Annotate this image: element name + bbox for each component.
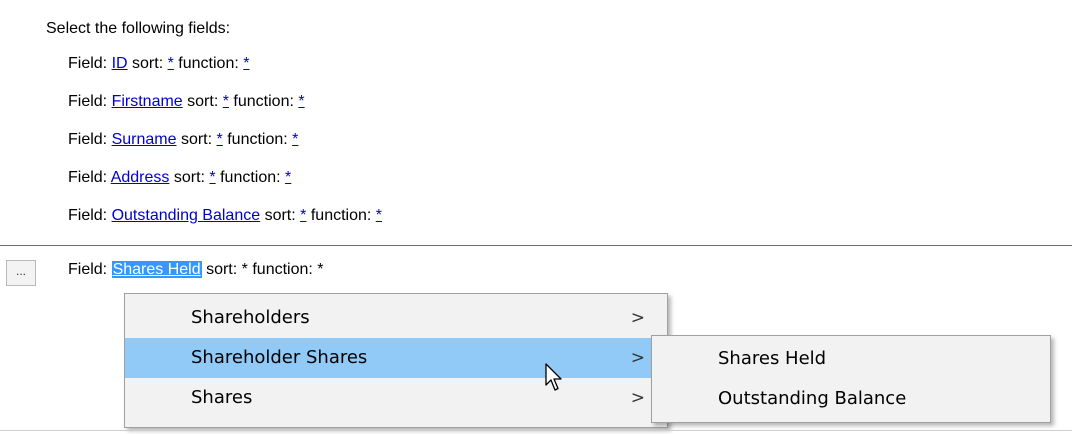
sort-value[interactable]: * [242, 261, 248, 278]
field-row-id: Field: ID sort: * function: * [68, 55, 249, 73]
function-link[interactable]: * [292, 131, 298, 148]
submenu-item-label: Shares Held [718, 348, 827, 369]
field-label: Field: [68, 55, 108, 72]
field-name-link[interactable]: Firstname [112, 93, 183, 110]
field-row-surname: Field: Surname sort: * function: * [68, 131, 298, 149]
sort-label: sort: [206, 261, 238, 278]
field-row-shares-held: Field: Shares Held sort: * function: * [68, 261, 324, 279]
query-header: Select the following fields: [46, 20, 231, 37]
mouse-pointer-icon [545, 363, 562, 391]
field-name-link[interactable]: Surname [112, 131, 177, 148]
field-row-outstanding-balance: Field: Outstanding Balance sort: * funct… [68, 207, 382, 225]
function-link[interactable]: * [243, 55, 249, 72]
field-row-address: Field: Address sort: * function: * [68, 169, 291, 187]
sort-label: sort: [173, 169, 205, 186]
field-label: Field: [68, 261, 108, 278]
menu-item-label: Shareholder Shares [191, 347, 368, 368]
field-name-link[interactable]: Outstanding Balance [112, 207, 261, 224]
sort-link[interactable]: * [223, 93, 229, 110]
sort-label: sort: [180, 131, 213, 148]
field-name-link[interactable]: Address [111, 169, 170, 186]
field-label: Field: [68, 169, 108, 186]
function-label: function: [310, 207, 372, 224]
menu-item-label: Shareholders [191, 307, 310, 328]
field-label: Field: [68, 207, 108, 224]
function-label: function: [252, 261, 313, 278]
sort-link[interactable]: * [300, 207, 306, 224]
submenu-item-shares-held[interactable]: Shares Held [652, 339, 1050, 379]
field-label: Field: [68, 131, 108, 148]
function-label: function: [233, 93, 294, 110]
sort-label: sort: [187, 93, 219, 110]
field-name-selected[interactable]: Shares Held [111, 261, 202, 278]
table-context-menu: Shareholders > Shareholder Shares > Shar… [124, 293, 668, 428]
submenu-item-label: Outstanding Balance [718, 388, 907, 409]
sort-link[interactable]: * [217, 131, 223, 148]
ellipsis-button[interactable]: ... [6, 260, 36, 286]
submenu-item-outstanding-balance[interactable]: Outstanding Balance [652, 379, 1050, 419]
function-label: function: [220, 169, 281, 186]
field-name-link[interactable]: ID [112, 55, 128, 72]
function-label: function: [178, 55, 239, 72]
function-link[interactable]: * [298, 93, 304, 110]
function-link[interactable]: * [376, 207, 382, 224]
chevron-right-icon: > [630, 308, 645, 328]
field-row-firstname: Field: Firstname sort: * function: * [68, 93, 305, 111]
sort-label: sort: [264, 207, 296, 224]
menu-item-label: Shares [191, 387, 253, 408]
field-submenu: Shares Held Outstanding Balance [651, 335, 1051, 423]
menu-item-shareholders[interactable]: Shareholders > [125, 298, 667, 338]
menu-item-shareholder-shares[interactable]: Shareholder Shares > [125, 338, 667, 378]
function-value[interactable]: * [317, 261, 323, 278]
bottom-divider [0, 430, 1072, 431]
sort-label: sort: [132, 55, 164, 72]
function-label: function: [227, 131, 288, 148]
sort-link[interactable]: * [168, 55, 174, 72]
chevron-right-icon: > [630, 348, 645, 368]
field-label: Field: [68, 93, 108, 110]
sort-link[interactable]: * [209, 169, 215, 186]
menu-item-shares[interactable]: Shares > [125, 378, 667, 418]
function-link[interactable]: * [285, 169, 291, 186]
chevron-right-icon: > [630, 388, 645, 408]
